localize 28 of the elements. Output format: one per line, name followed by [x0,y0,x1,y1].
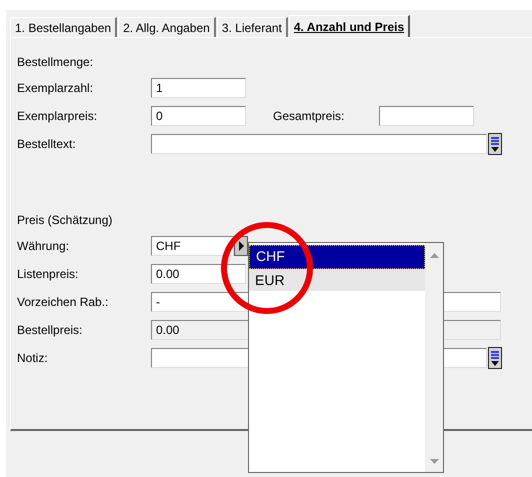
input-field[interactable]: 0 [151,106,246,126]
scroll-down-icon[interactable] [430,459,438,464]
section-heading: Preis (Schätzung) [17,212,114,228]
list-icon[interactable] [488,347,502,369]
field-label: Währung: [17,239,70,253]
input-field[interactable] [379,106,474,126]
tab[interactable]: 2. Allg. Angaben [118,17,216,37]
field-label: Listenpreis: [17,267,80,281]
scroll-up-icon[interactable] [430,253,438,258]
tab[interactable]: 3. Lieferant [216,17,288,37]
field-label: Exemplarzahl: [17,81,94,95]
field-label: Vorzeichen Rab.: [17,295,110,309]
field-label: Bestelltext: [17,137,77,151]
field-label: Notiz: [17,351,49,365]
section-heading: Bestellmenge: [17,54,94,70]
scrollbar[interactable] [425,243,443,472]
tab[interactable]: 4. Anzahl und Preis [288,15,410,37]
tab[interactable]: 1. Bestellangaben [10,17,118,37]
input-field[interactable]: 1 [151,78,246,98]
input-field[interactable]: 0.00 [151,264,246,284]
field-label: Exemplarpreis: [17,109,98,123]
currency-combo[interactable]: CHF [151,236,234,256]
field-label: Bestellpreis: [17,323,84,337]
text-field[interactable] [151,134,487,154]
field-label: Gesamtpreis: [272,109,346,123]
dropdown-option[interactable]: CHF [249,245,425,269]
dropdown-option[interactable]: EUR [249,269,425,291]
list-icon[interactable] [488,133,502,155]
